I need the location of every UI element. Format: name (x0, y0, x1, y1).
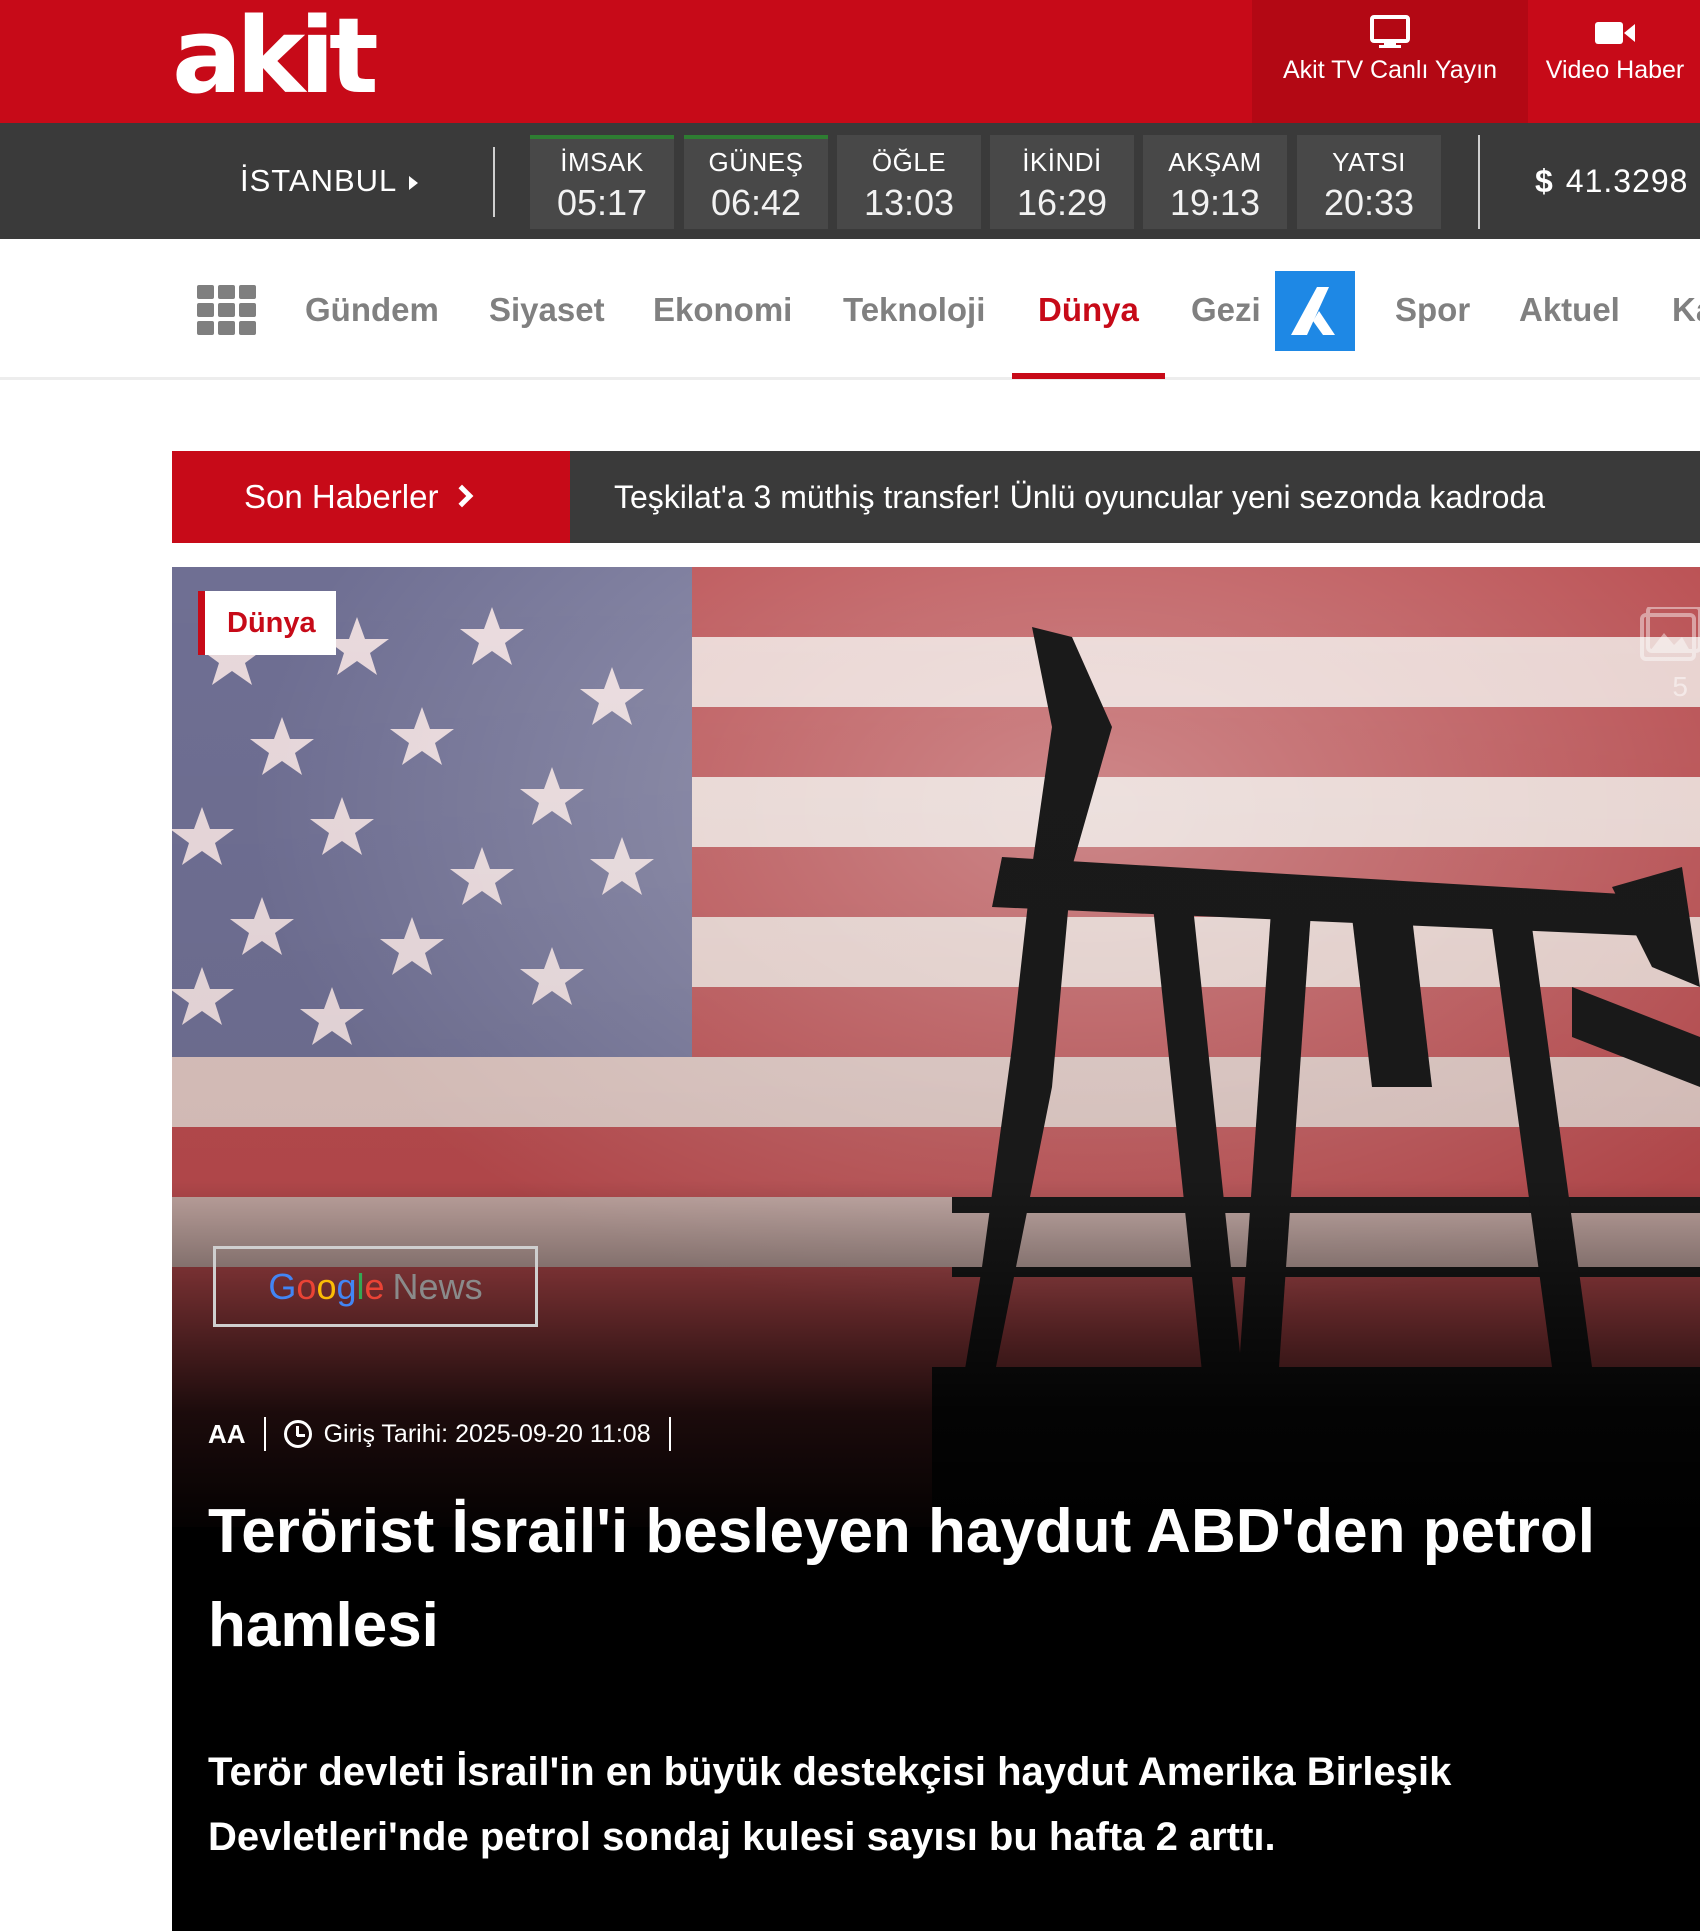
article-hero: Dünya 5 Google News AA Giriş Tarihi: 2025… (172, 567, 1700, 1931)
prayer-time-value: 20:33 (1323, 182, 1415, 223)
article-meta: AA Giriş Tarihi: 2025-09-20 11:08 (208, 1417, 689, 1451)
prayer-time-value: 13:03 (863, 182, 955, 223)
prayer-name: AKŞAM (1168, 147, 1262, 177)
nav-aktuel[interactable]: Aktuel (1519, 291, 1620, 329)
site-header: akit Akit TV Canlı Yayın Video Haber (0, 0, 1700, 123)
prayer-time-value: 06:42 (710, 182, 802, 223)
dollar-icon: $ (1535, 163, 1554, 199)
active-tab-indicator (1012, 373, 1165, 379)
breaking-news-ticker: Son Haberler Teşkilat'a 3 müthiş transfe… (172, 451, 1700, 543)
currency-rate[interactable]: $41.3298 (1535, 163, 1688, 200)
akit-app-logo-icon[interactable] (1275, 271, 1355, 351)
divider (493, 147, 495, 217)
category-badge[interactable]: Dünya (198, 591, 336, 655)
video-haber-label: Video Haber (1545, 56, 1685, 84)
prayer-time-yatsi: YATSI 20:33 (1297, 135, 1441, 229)
son-haberler-button[interactable]: Son Haberler (172, 451, 570, 543)
nav-ekonomi[interactable]: Ekonomi (653, 291, 792, 329)
akit-logo[interactable]: akit (172, 4, 379, 108)
gallery-count: 5 (1672, 671, 1688, 702)
prayer-time-imsak: İMSAK 05:17 (530, 135, 674, 229)
currency-value: 41.3298 (1565, 163, 1689, 199)
prayer-name: GÜNEŞ (708, 147, 804, 177)
clock-icon (283, 1420, 312, 1448)
video-camera-icon (1595, 22, 1635, 44)
prayer-time-gunes: GÜNEŞ 06:42 (684, 135, 828, 229)
prayer-name: İMSAK (560, 147, 644, 177)
gallery-icon[interactable] (1640, 607, 1700, 707)
monitor-icon (1370, 15, 1410, 48)
prayer-time-value: 19:13 (1169, 182, 1261, 223)
city-name: İSTANBUL (240, 163, 398, 198)
prayer-time-ogle: ÖĞLE 13:03 (837, 135, 981, 229)
video-haber-button[interactable]: Video Haber (1530, 0, 1700, 123)
article-headline: Terörist İsrail'i besleyen haydut ABD'de… (208, 1497, 1595, 1660)
prayer-times-bar: İSTANBUL İMSAK 05:17 GÜNEŞ 06:42 ÖĞLE 13… (0, 123, 1700, 239)
ticker-headline[interactable]: Teşkilat'a 3 müthiş transfer! Ünlü oyunc… (614, 451, 1545, 543)
main-nav: Gündem Siyaset Ekonomi Teknoloji Dünya G… (0, 239, 1700, 380)
divider (263, 1417, 266, 1451)
son-haberler-label: Son Haberler (244, 478, 439, 515)
nav-gundem[interactable]: Gündem (305, 291, 439, 329)
akit-tv-live-button[interactable]: Akit TV Canlı Yayın (1252, 0, 1528, 123)
nav-ka[interactable]: Ka (1672, 291, 1700, 329)
prayer-time-value: 05:17 (556, 182, 648, 223)
prayer-name: İKİNDİ (1022, 147, 1102, 177)
nav-gezi[interactable]: Gezi (1191, 291, 1261, 329)
prayer-name: YATSI (1332, 147, 1406, 177)
news-label: News (392, 1266, 483, 1307)
prayer-time-value: 16:29 (1016, 182, 1108, 223)
divider (1478, 135, 1480, 229)
chevron-right-icon (451, 484, 474, 508)
google-news-button[interactable]: Google News (213, 1246, 538, 1327)
apps-grid-icon[interactable] (197, 285, 257, 335)
divider (668, 1417, 671, 1451)
article-source: AA (208, 1418, 246, 1449)
publish-date: Giriş Tarihi: 2025-09-20 11:08 (323, 1419, 651, 1448)
nav-dunya[interactable]: Dünya (1038, 291, 1139, 329)
city-selector[interactable]: İSTANBUL (240, 163, 419, 199)
prayer-time-aksam: AKŞAM 19:13 (1143, 135, 1287, 229)
article-summary: Terör devleti İsrail'in en büyük destekç… (208, 1750, 1452, 1859)
caret-right-icon (409, 175, 419, 190)
nav-siyaset[interactable]: Siyaset (489, 291, 605, 329)
nav-teknoloji[interactable]: Teknoloji (843, 291, 985, 329)
nav-spor[interactable]: Spor (1395, 291, 1470, 329)
google-wordmark: Google (268, 1266, 385, 1307)
prayer-time-ikindi: İKİNDİ 16:29 (990, 135, 1134, 229)
akit-tv-label: Akit TV Canlı Yayın (1283, 56, 1497, 84)
prayer-name: ÖĞLE (871, 147, 947, 177)
